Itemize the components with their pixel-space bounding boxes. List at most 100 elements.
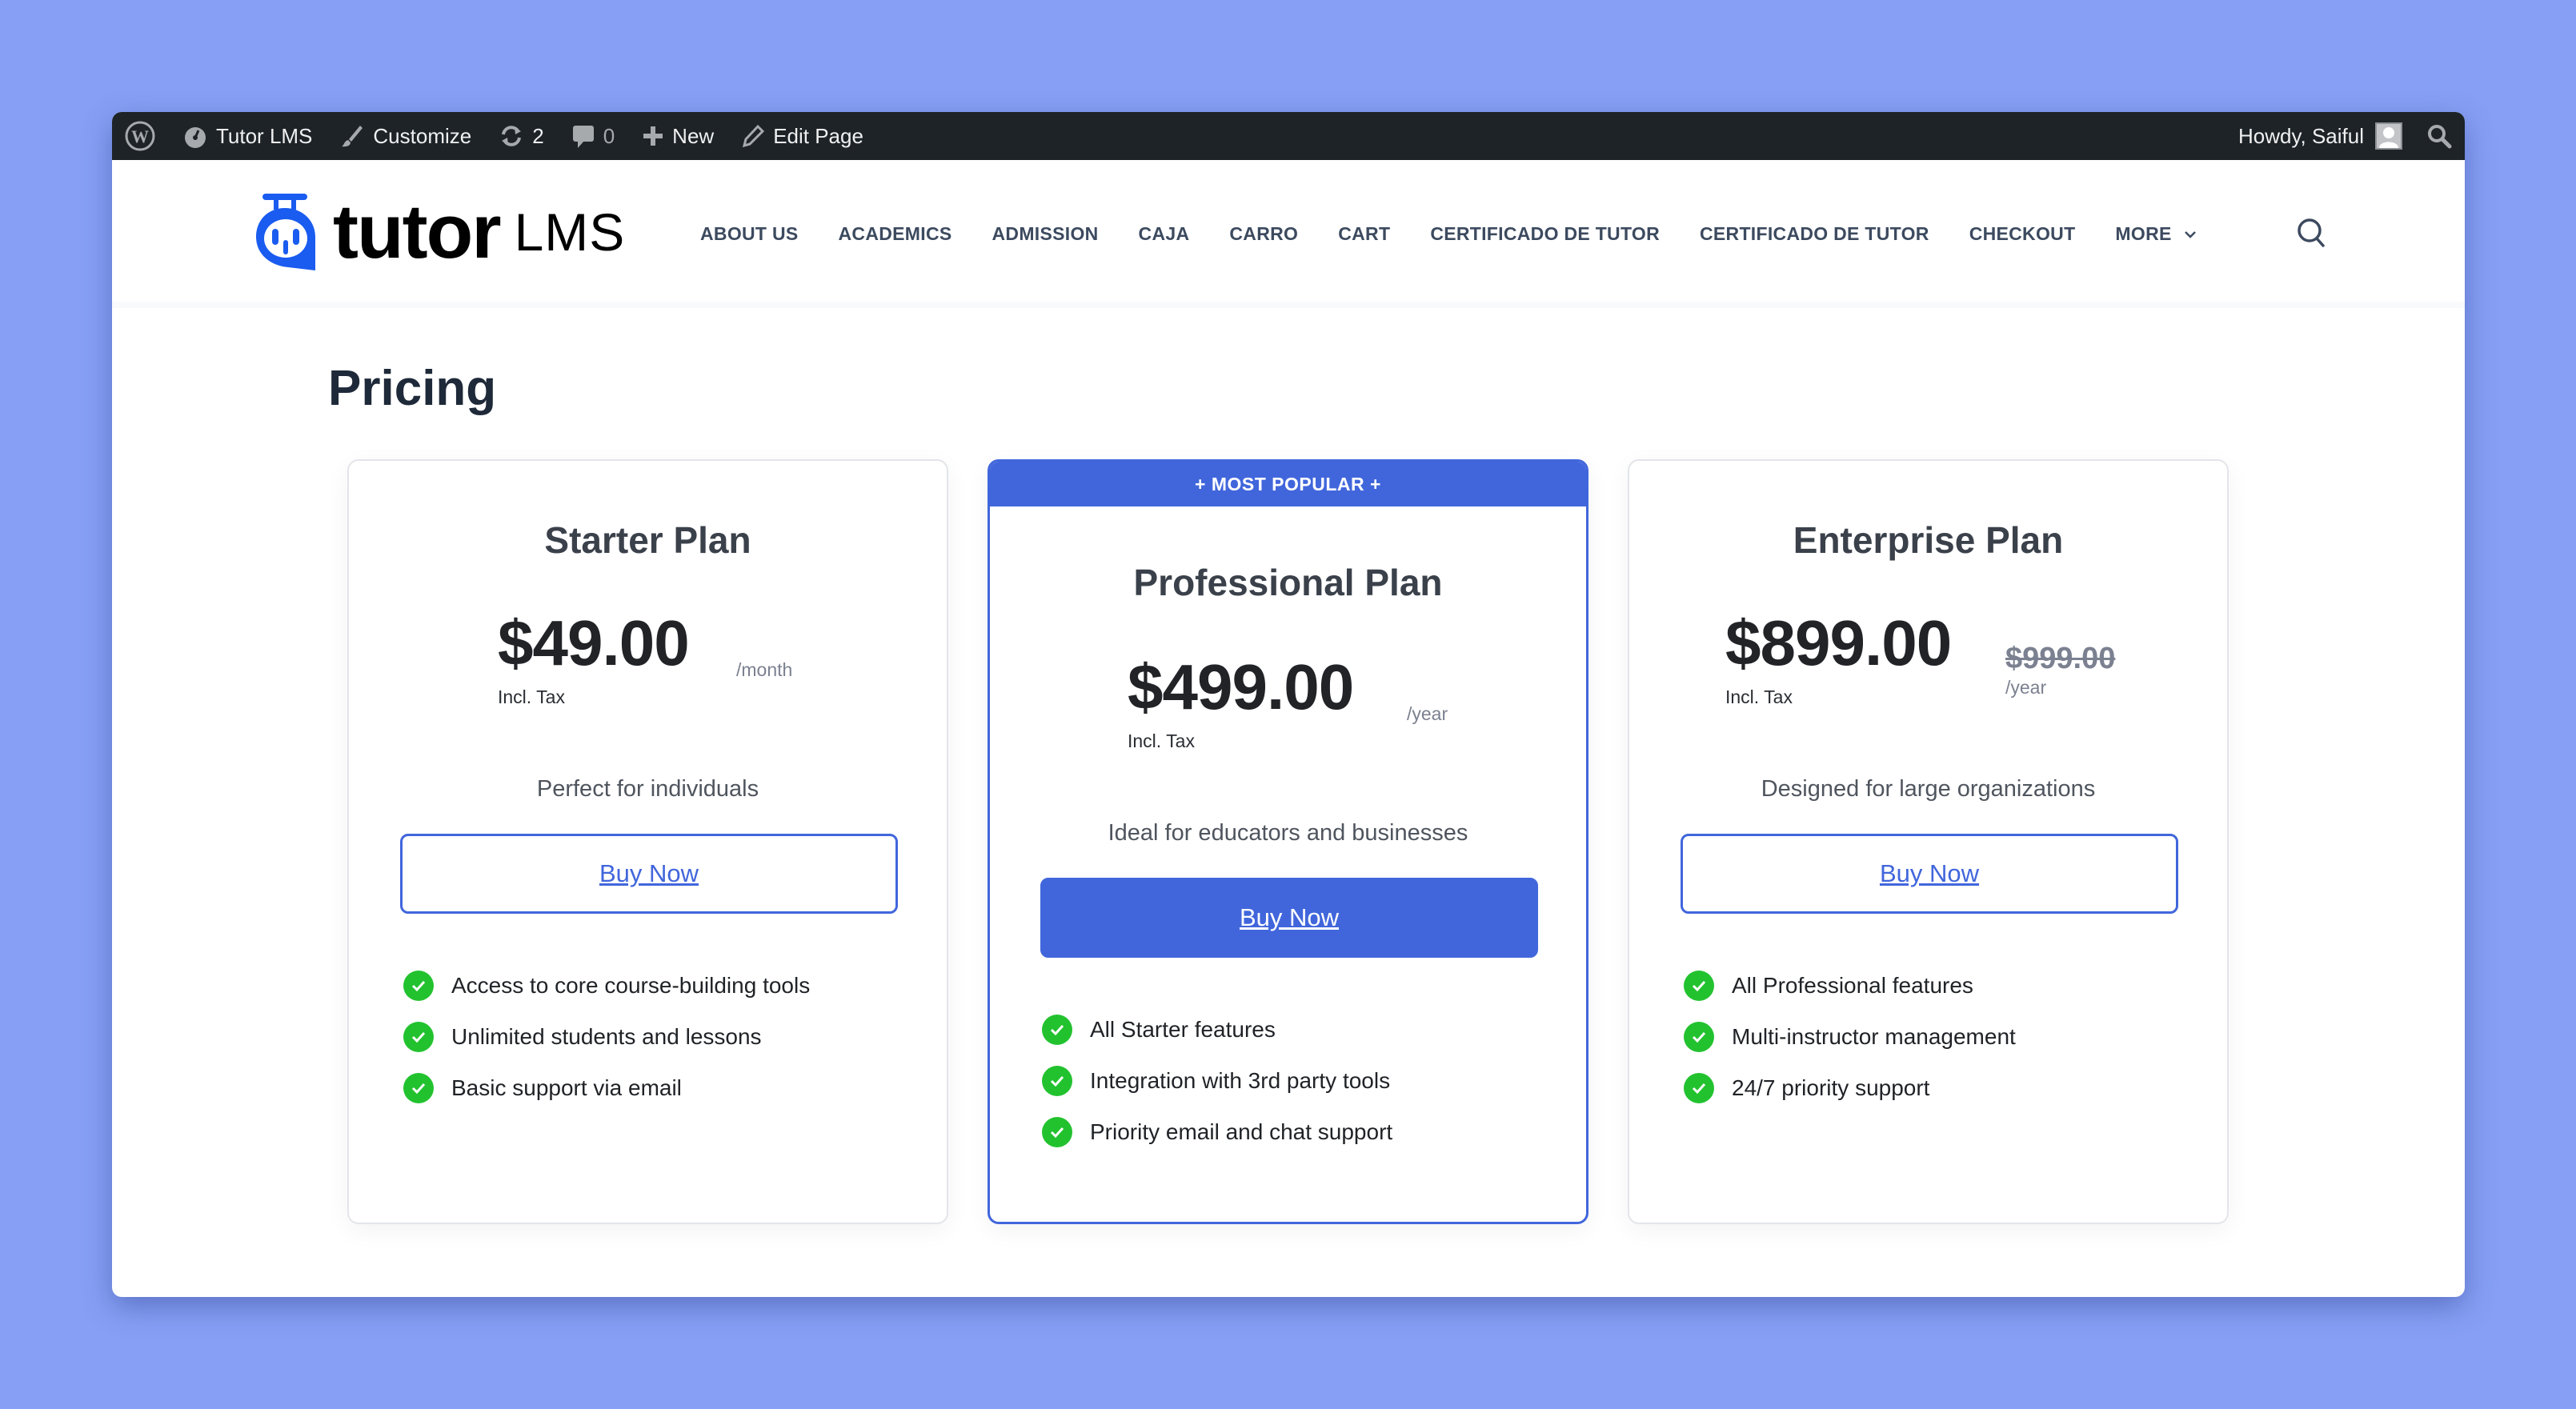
feature-item: All Professional features [1684, 960, 2016, 1011]
check-icon [1042, 1015, 1072, 1045]
plan-price: $499.00 [1128, 651, 1354, 723]
site-name-menu[interactable]: Tutor LMS [182, 112, 312, 160]
comment-icon [572, 126, 594, 148]
plan-price: $899.00 [1725, 607, 1952, 678]
buy-now-button[interactable]: Buy Now [1681, 834, 2178, 914]
browser-window: W Tutor LMS Customize 2 0 New Edit Page … [112, 112, 2465, 1297]
incl-tax-label: Incl. Tax [498, 686, 565, 707]
feature-list: All Professional features Multi-instruct… [1684, 960, 2016, 1114]
comments-count: 0 [603, 123, 615, 148]
user-icon [2379, 127, 2398, 148]
wordpress-icon: W [125, 121, 155, 151]
original-price: $999.00 [2005, 642, 2116, 675]
feature-item: Access to core course-building tools [403, 960, 810, 1011]
logo-suffix: LMS [514, 202, 626, 262]
billing-period: /month [736, 659, 793, 680]
primary-nav: ABOUT US ACADEMICS ADMISSION CAJA CARRO … [700, 160, 2237, 308]
updates-link[interactable]: 2 [499, 112, 544, 160]
edit-page-label: Edit Page [773, 123, 863, 148]
wp-admin-bar: W Tutor LMS Customize 2 0 New Edit Page … [112, 112, 2465, 160]
price-block: $499.00 Incl. Tax [1128, 651, 1354, 752]
pricing-card-enterprise: Enterprise Plan $899.00 Incl. Tax $999.0… [1628, 459, 2229, 1224]
feature-text: Multi-instructor management [1732, 1024, 2016, 1049]
feature-text: Priority email and chat support [1090, 1119, 1393, 1144]
user-greeting[interactable]: Howdy, Saiful [2238, 124, 2364, 149]
nav-about-us[interactable]: ABOUT US [700, 223, 799, 245]
incl-tax-label: Incl. Tax [1725, 686, 1793, 707]
plan-title: Professional Plan [1133, 562, 1443, 603]
feature-text: Access to core course-building tools [451, 973, 811, 998]
buy-now-button[interactable]: Buy Now [1040, 878, 1538, 958]
nav-certificado-de-tutor-1[interactable]: CERTIFICADO DE TUTOR [1430, 223, 1660, 245]
wp-logo-menu[interactable]: W [125, 112, 155, 160]
feature-text: Unlimited students and lessons [451, 1024, 762, 1049]
nav-carro[interactable]: CARRO [1229, 223, 1298, 245]
price-block: $49.00 Incl. Tax [498, 607, 690, 708]
plan-tagline: Designed for large organizations [1761, 776, 2096, 802]
feature-text: 24/7 priority support [1732, 1075, 1930, 1100]
feature-list: Access to core course-building tools Unl… [403, 960, 810, 1114]
nav-more[interactable]: MORE [2115, 223, 2197, 245]
feature-item: All Starter features [1042, 1004, 1392, 1055]
plan-title: Enterprise Plan [1793, 519, 2064, 561]
feature-list: All Starter features Integration with 3r… [1042, 1004, 1392, 1158]
edit-page-link[interactable]: Edit Page [741, 112, 863, 160]
feature-text: All Professional features [1732, 973, 1973, 998]
header-search-icon[interactable] [2295, 216, 2327, 250]
nav-caja[interactable]: CAJA [1139, 223, 1190, 245]
updates-count: 2 [532, 123, 544, 148]
customize-label: Customize [373, 123, 472, 148]
svg-text:W: W [131, 126, 149, 146]
pricing-card-professional: + MOST POPULAR + Professional Plan $499.… [988, 459, 1588, 1224]
search-icon[interactable] [2426, 123, 2452, 149]
feature-text: Basic support via email [451, 1075, 682, 1100]
dashboard-icon [185, 127, 206, 148]
feature-text: All Starter features [1090, 1017, 1276, 1042]
nav-academics[interactable]: ACADEMICS [839, 223, 952, 245]
check-icon [403, 971, 434, 1001]
feature-item: Basic support via email [403, 1063, 810, 1114]
plan-tagline: Perfect for individuals [536, 776, 759, 802]
check-icon [1684, 971, 1714, 1001]
plan-price: $49.00 [498, 607, 690, 678]
feature-item: 24/7 priority support [1684, 1063, 2016, 1114]
incl-tax-label: Incl. Tax [1128, 731, 1195, 751]
chevron-down-icon [2184, 230, 2196, 238]
tutor-owl-logo-icon [256, 194, 315, 270]
nav-admission[interactable]: ADMISSION [992, 223, 1099, 245]
user-avatar[interactable] [2375, 122, 2402, 150]
feature-item: Priority email and chat support [1042, 1107, 1392, 1158]
new-content-menu[interactable]: New [642, 112, 714, 160]
nav-more-label: MORE [2115, 223, 2172, 244]
check-icon [1042, 1117, 1072, 1147]
plus-icon [643, 126, 663, 146]
page-title: Pricing [328, 361, 497, 416]
new-label: New [672, 123, 715, 148]
comments-link[interactable]: 0 [571, 112, 615, 160]
nav-checkout[interactable]: CHECKOUT [1969, 223, 2076, 245]
billing-period: /year [2005, 677, 2047, 698]
updates-icon [502, 126, 522, 146]
nav-cart[interactable]: CART [1338, 223, 1390, 245]
most-popular-badge: + MOST POPULAR + [990, 462, 1586, 506]
buy-now-button[interactable]: Buy Now [400, 834, 898, 914]
check-icon [1684, 1073, 1714, 1103]
check-icon [403, 1073, 434, 1103]
pricing-card-starter: Starter Plan $49.00 Incl. Tax /month Per… [347, 459, 948, 1224]
feature-item: Integration with 3rd party tools [1042, 1055, 1392, 1107]
site-logo[interactable]: tutor LMS [254, 192, 625, 272]
customize-link[interactable]: Customize [339, 112, 471, 160]
check-icon [403, 1022, 434, 1052]
nav-certificado-de-tutor-2[interactable]: CERTIFICADO DE TUTOR [1700, 223, 1929, 245]
site-header: tutor LMS ABOUT US ACADEMICS ADMISSION C… [112, 160, 2465, 308]
check-icon [1042, 1066, 1072, 1096]
billing-period: /year [1407, 703, 1448, 724]
logo-wordmark: tutor [333, 189, 502, 274]
site-name: Tutor LMS [216, 123, 313, 148]
feature-text: Integration with 3rd party tools [1090, 1068, 1391, 1093]
check-icon [1684, 1022, 1714, 1052]
feature-item: Unlimited students and lessons [403, 1011, 810, 1063]
feature-item: Multi-instructor management [1684, 1011, 2016, 1063]
plan-title: Starter Plan [544, 519, 751, 561]
plan-tagline: Ideal for educators and businesses [1108, 820, 1468, 846]
